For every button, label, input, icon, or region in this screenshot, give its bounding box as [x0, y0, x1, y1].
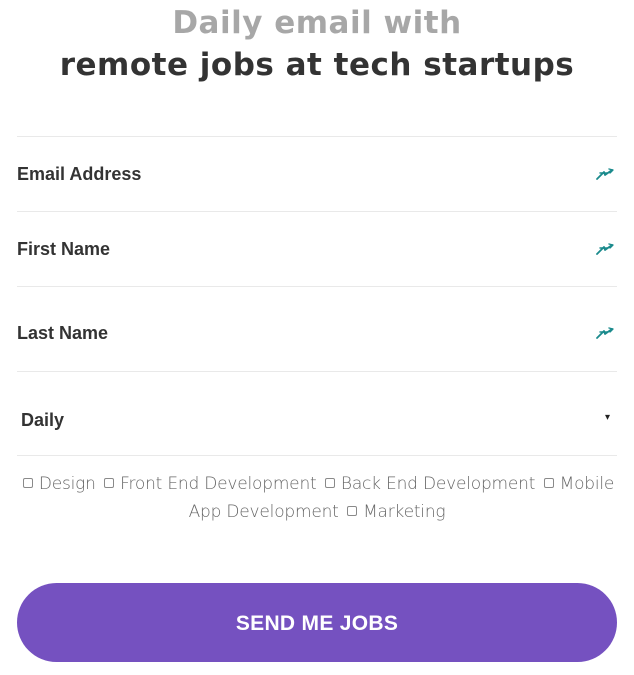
autofill-icon[interactable]	[595, 167, 615, 181]
frequency-select[interactable]: Daily ▾	[17, 371, 617, 456]
category-option-back-end[interactable]: Back End Development	[322, 474, 535, 494]
heading-line-1: Daily email with	[172, 5, 462, 41]
category-option-marketing[interactable]: Marketing	[344, 502, 446, 522]
checkbox-marketing[interactable]	[347, 506, 358, 516]
category-label: Front End Development	[120, 474, 317, 494]
checkbox-design[interactable]	[22, 478, 33, 488]
autofill-icon[interactable]	[595, 326, 615, 340]
category-label: Back End Development	[340, 474, 536, 494]
category-option-front-end[interactable]: Front End Development	[101, 474, 317, 494]
first-name-field[interactable]: First Name	[17, 211, 617, 286]
autofill-icon[interactable]	[595, 242, 615, 256]
category-label: Marketing	[363, 502, 446, 522]
frequency-select-value: Daily	[21, 410, 65, 430]
dropdown-arrow-icon[interactable]: ▾	[605, 412, 610, 424]
signup-form: Email Address First Name Last Name Daily…	[17, 136, 617, 456]
checkbox-mobile[interactable]	[543, 478, 554, 488]
heading-line-2: remote jobs at tech startups	[59, 47, 575, 83]
checkbox-back-end[interactable]	[324, 478, 335, 488]
checkbox-front-end[interactable]	[104, 478, 115, 488]
last-name-field[interactable]: Last Name	[17, 286, 617, 371]
category-label: Design	[38, 474, 96, 494]
send-me-jobs-button[interactable]: SEND ME JOBS	[17, 583, 617, 662]
email-field[interactable]: Email Address	[17, 136, 617, 211]
category-checkboxes: Design Front End Development Back End De…	[17, 470, 617, 526]
category-option-design[interactable]: Design	[20, 474, 96, 494]
